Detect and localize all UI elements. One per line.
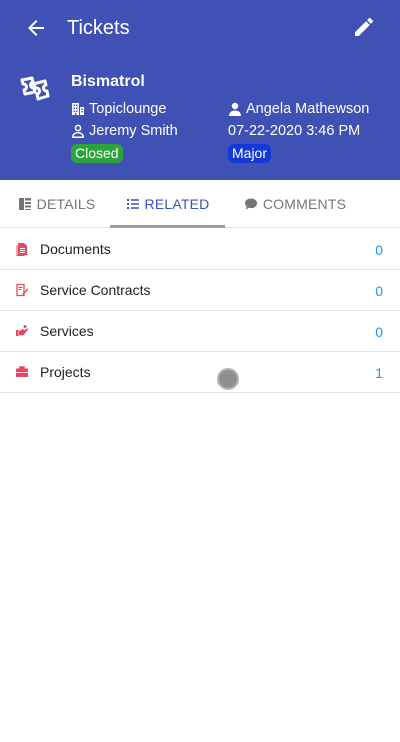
list-item-label: Services xyxy=(40,323,94,339)
list-item-label: Service Contracts xyxy=(40,282,151,298)
list-icon xyxy=(126,199,139,209)
related-item-projects[interactable]: Projects 1 xyxy=(0,352,400,393)
related-item-documents[interactable]: Documents 0 xyxy=(0,229,400,270)
contact-field: Jeremy Smith xyxy=(71,122,178,140)
list-item-count: 0 xyxy=(375,242,383,258)
tab-related-label: RELATED xyxy=(144,196,210,212)
tab-comments-label: COMMENTS xyxy=(262,196,347,212)
tab-details[interactable]: DETAILS xyxy=(0,180,113,228)
contract-icon xyxy=(16,283,29,297)
related-item-services[interactable]: Services 0 xyxy=(0,311,400,352)
app-bar: Tickets xyxy=(0,0,400,56)
ticket-header: Tickets Bismatrol Topiclounge Angela Mat… xyxy=(0,0,400,180)
tab-related[interactable]: RELATED xyxy=(110,180,225,228)
status-badge: Closed xyxy=(71,144,123,163)
tab-bar: DETAILS RELATED COMMENTS xyxy=(0,180,400,228)
person-icon xyxy=(229,102,241,116)
tab-comments[interactable]: COMMENTS xyxy=(225,180,365,228)
list-item-count: 0 xyxy=(375,283,383,299)
pencil-icon xyxy=(355,17,374,36)
list-item-label: Documents xyxy=(40,241,111,257)
assignee-field: Angela Mathewson xyxy=(228,100,369,118)
organization-field: Topiclounge xyxy=(71,100,166,118)
list-item-count: 0 xyxy=(375,324,383,340)
assignee-text: Angela Mathewson xyxy=(246,101,370,117)
ticket-name: Bismatrol xyxy=(71,73,145,90)
datetime-field: 07-22-2020 3:46 PM xyxy=(228,122,360,140)
briefcase-icon xyxy=(16,366,28,377)
person-outline-icon xyxy=(72,124,84,138)
building-icon xyxy=(72,103,84,115)
contact-text: Jeremy Smith xyxy=(89,123,178,139)
active-tab-indicator xyxy=(110,225,225,228)
document-icon xyxy=(16,243,27,256)
comment-icon xyxy=(244,198,257,210)
back-button[interactable] xyxy=(24,16,48,40)
priority-badge: Major xyxy=(228,144,272,163)
list-item-count: 1 xyxy=(375,365,383,381)
services-icon xyxy=(16,325,29,336)
datetime-text: 07-22-2020 3:46 PM xyxy=(228,123,361,139)
related-list: Documents 0 Service Contracts 0 Services… xyxy=(0,229,400,393)
details-icon xyxy=(18,198,31,210)
organization-text: Topiclounge xyxy=(89,101,167,117)
edit-button[interactable] xyxy=(352,15,376,39)
list-item-label: Projects xyxy=(40,364,91,380)
tab-details-label: DETAILS xyxy=(36,196,96,212)
touch-indicator xyxy=(217,368,239,390)
related-item-service-contracts[interactable]: Service Contracts 0 xyxy=(0,270,400,311)
page-title: Tickets xyxy=(67,17,130,39)
ticket-icon xyxy=(20,76,50,101)
arrow-left-icon xyxy=(28,20,44,36)
